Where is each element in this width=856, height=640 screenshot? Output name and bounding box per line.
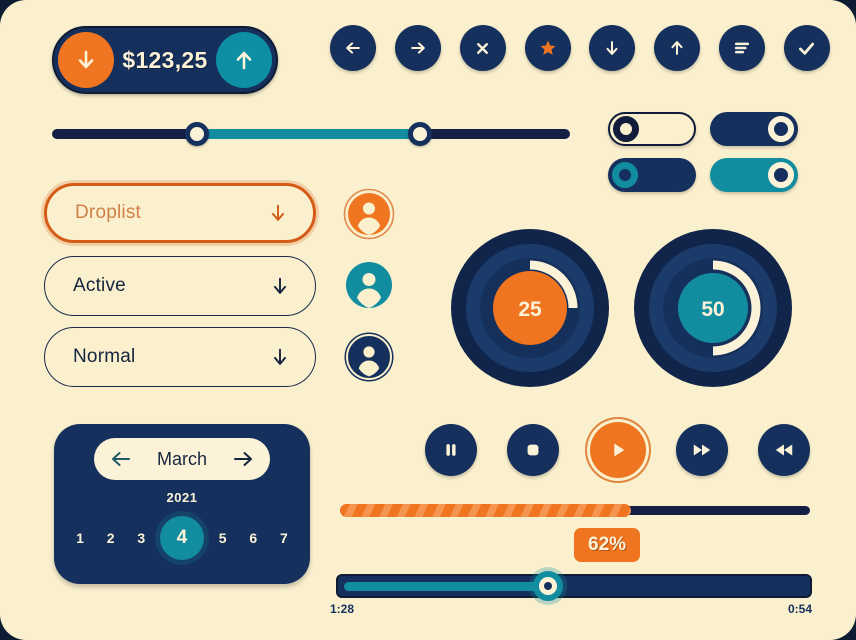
- dial-value: 25: [518, 298, 542, 321]
- scrubber-current-time: 1:28: [330, 602, 355, 616]
- avatar-orange[interactable]: [343, 188, 395, 240]
- calendar-day[interactable]: 3: [129, 530, 153, 546]
- check-icon-button[interactable]: [783, 25, 830, 71]
- media-scrubber[interactable]: [336, 571, 812, 601]
- scrubber-knob[interactable]: [533, 571, 564, 601]
- arrow-down-icon: [78, 50, 94, 69]
- pause-icon: [446, 444, 456, 456]
- arrow-up-icon-button[interactable]: [654, 25, 701, 71]
- avatar-icon: [343, 188, 395, 240]
- ui-kit-canvas: $123,25 Droplist Active Normal 25 50 Mar…: [0, 0, 856, 640]
- calendar-day[interactable]: 2: [99, 530, 123, 546]
- calendar-month-label: March: [156, 448, 207, 469]
- dropdown-label: Active: [73, 275, 126, 296]
- rewind-icon: [775, 444, 793, 456]
- star-icon-button[interactable]: [524, 25, 571, 71]
- dropdown-droplist[interactable]: Droplist: [44, 183, 316, 243]
- arrow-down-icon-button[interactable]: [589, 25, 636, 71]
- range-slider-fill: [197, 129, 420, 139]
- range-slider-knob-high[interactable]: [407, 122, 432, 146]
- radial-gauge-icon: 25: [451, 229, 609, 387]
- avatar-icon: [344, 332, 394, 382]
- arrow-up-icon: [671, 41, 683, 55]
- dial-25[interactable]: 25: [450, 228, 610, 388]
- forward-icon: [693, 444, 710, 456]
- arrow-left-icon-button[interactable]: [330, 25, 376, 71]
- calendar-month-selector: March: [94, 438, 270, 480]
- range-slider[interactable]: [52, 122, 570, 146]
- toggle-knob: [612, 162, 638, 188]
- pause-button[interactable]: [425, 424, 477, 476]
- calendar-day[interactable]: 6: [241, 530, 265, 546]
- toggle-knob: [768, 162, 794, 188]
- arrow-right-icon[interactable]: [231, 447, 255, 471]
- chevron-down-icon: [273, 277, 287, 294]
- arrow-up-icon: [236, 51, 252, 70]
- range-slider-knob-low[interactable]: [185, 122, 210, 146]
- calendar-year-label: 2021: [166, 490, 198, 505]
- arrow-right-icon-button[interactable]: [394, 25, 441, 71]
- dial-value: 50: [701, 298, 724, 321]
- currency-stepper: $123,25: [52, 26, 278, 94]
- toggle-knob: [768, 116, 794, 142]
- calendar-day-strip: 1 2 3 4 5 6 7: [68, 516, 296, 560]
- arrow-left-icon[interactable]: [109, 447, 133, 471]
- arrow-down-icon: [606, 41, 618, 55]
- toggle-teal-on[interactable]: [710, 158, 798, 192]
- calendar-day-selected[interactable]: 4: [159, 516, 204, 560]
- toggle-outline-off[interactable]: [608, 112, 696, 146]
- scrubber-total-time: 0:54: [787, 602, 812, 616]
- chevron-down-icon: [273, 348, 287, 365]
- star-icon: [540, 40, 556, 55]
- rewind-button[interactable]: [758, 424, 810, 476]
- stop-icon: [527, 444, 539, 456]
- dropdown-normal[interactable]: Normal: [44, 327, 316, 387]
- close-icon: [477, 42, 489, 54]
- avatar-icon: [346, 262, 392, 308]
- toggle-knob: [613, 116, 639, 142]
- toggle-navy-on[interactable]: [710, 112, 798, 146]
- radial-gauge-icon: 50: [634, 229, 792, 387]
- calendar-widget: March 2021 1 2 3 4 5 6 7: [54, 424, 310, 584]
- calendar-day[interactable]: 1: [68, 530, 92, 546]
- toggle-navy-off[interactable]: [608, 158, 696, 192]
- progress-bar-striped[interactable]: [340, 504, 810, 517]
- progress-badge: 62%: [574, 528, 641, 562]
- play-icon: [613, 443, 624, 457]
- stop-button[interactable]: [507, 424, 560, 476]
- currency-decrease-button[interactable]: [58, 32, 114, 88]
- dropdown-label: Normal: [73, 346, 136, 367]
- currency-increase-button[interactable]: [216, 32, 272, 88]
- currency-amount: $123,25: [122, 46, 208, 73]
- close-icon-button[interactable]: [459, 25, 506, 71]
- chevron-down-icon: [271, 204, 285, 221]
- menu-icon: [734, 42, 750, 54]
- menu-icon-button[interactable]: [719, 25, 766, 71]
- arrow-right-icon: [411, 42, 425, 54]
- dropdown-label: Droplist: [75, 202, 142, 223]
- scrubber-fill: [344, 582, 549, 591]
- avatar-navy[interactable]: [343, 331, 395, 383]
- media-controls: [425, 422, 810, 478]
- progress-fill: [340, 504, 632, 517]
- check-icon: [799, 42, 815, 55]
- icon-button-row: [330, 24, 830, 72]
- dropdown-active[interactable]: Active: [44, 256, 316, 316]
- calendar-day[interactable]: 7: [272, 530, 296, 546]
- calendar-day[interactable]: 5: [211, 530, 235, 546]
- avatar-teal[interactable]: [343, 259, 395, 311]
- play-button[interactable]: [589, 422, 646, 478]
- forward-button[interactable]: [675, 424, 728, 476]
- arrow-left-icon: [346, 42, 360, 54]
- dial-50[interactable]: 50: [633, 228, 793, 388]
